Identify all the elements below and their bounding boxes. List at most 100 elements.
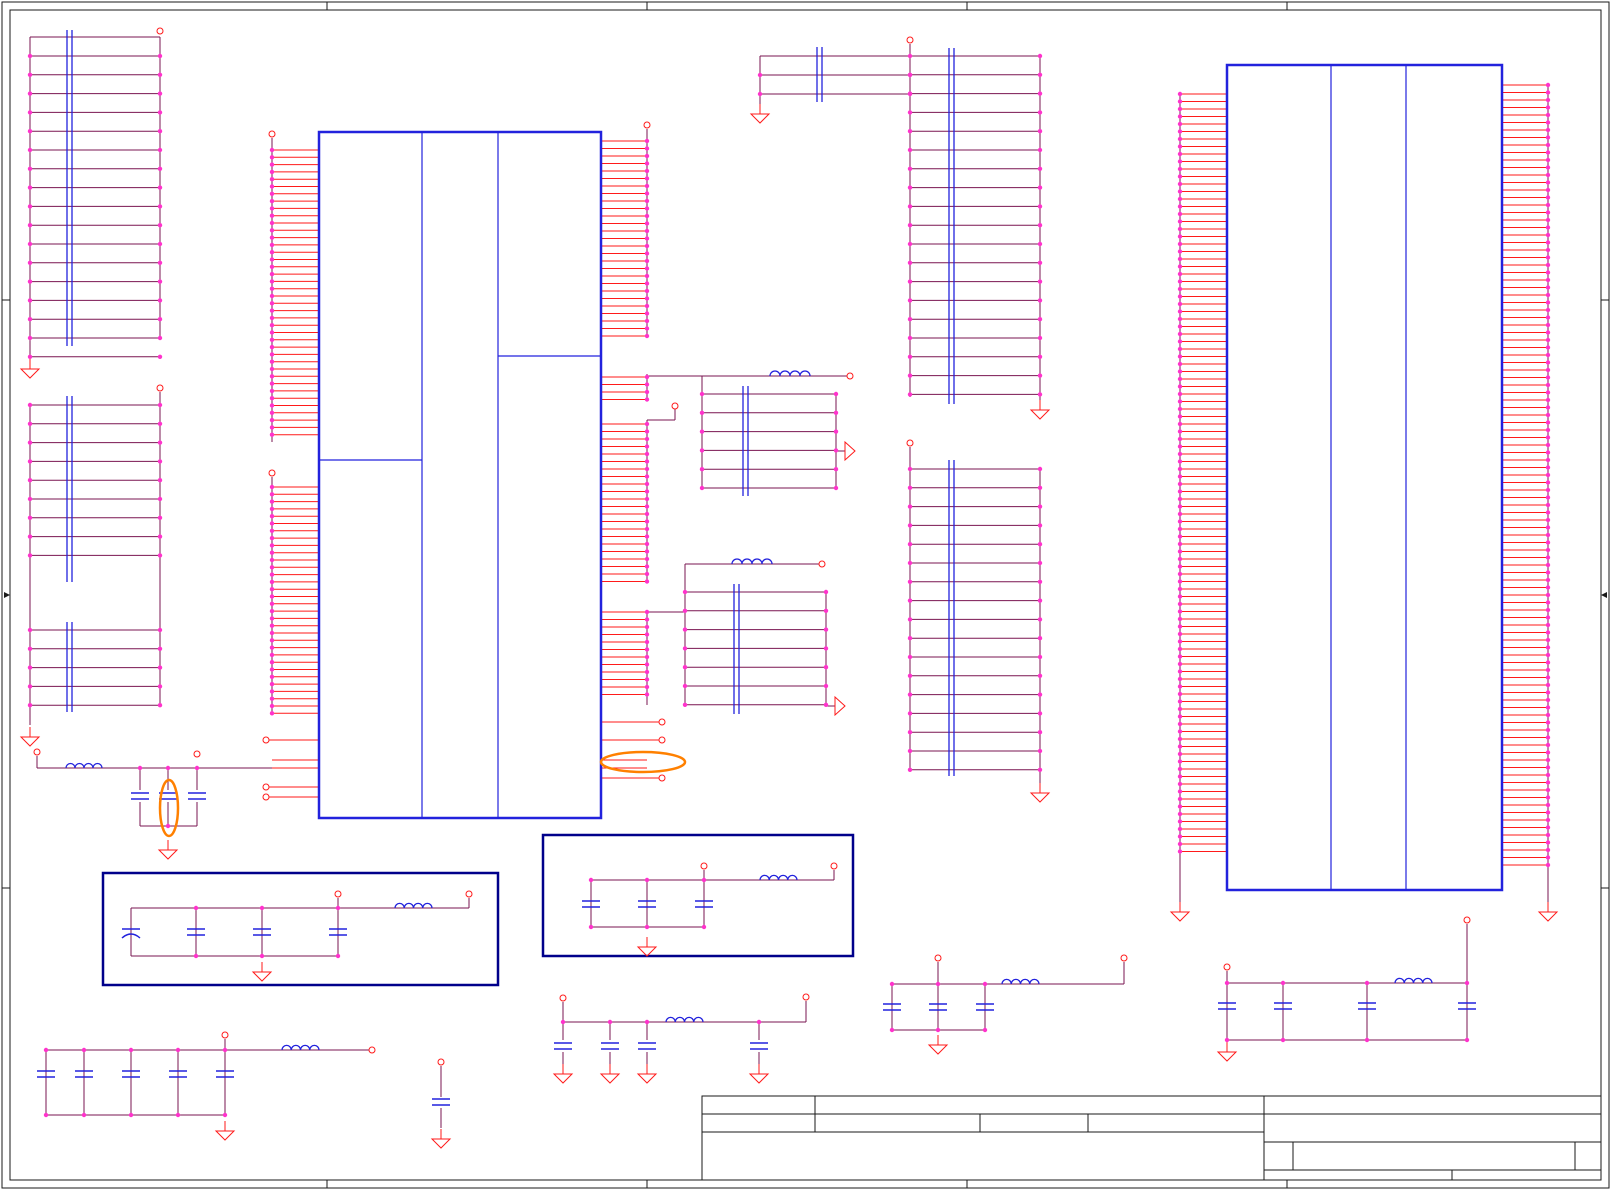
junction-dot — [1545, 150, 1551, 155]
junction-dot — [1464, 1037, 1470, 1043]
junction-dot — [1545, 622, 1551, 628]
junction-dot — [1037, 692, 1043, 697]
junction-dot — [1037, 654, 1043, 660]
junction-dot — [1177, 601, 1183, 607]
junction-dot — [1545, 855, 1551, 860]
junction-dot — [269, 608, 275, 614]
junction-dot — [644, 236, 650, 241]
junction-dot — [823, 702, 829, 707]
junction-dot — [1037, 185, 1043, 190]
junction-dot — [907, 617, 913, 622]
junction-dot — [823, 589, 829, 595]
junction-dot — [269, 587, 275, 592]
junction-dot — [644, 296, 650, 301]
junction-dot — [1177, 684, 1183, 689]
junction-dot — [833, 429, 839, 434]
junction-dot — [682, 627, 688, 632]
junction-dot — [269, 638, 275, 643]
wire-layer — [29, 36, 1549, 1128]
junction-dot — [588, 924, 594, 930]
junction-dot — [907, 598, 913, 603]
junction-dot — [1545, 435, 1551, 440]
junction-dot — [1037, 204, 1043, 209]
junction-dot — [1545, 720, 1551, 725]
junction-dot — [644, 318, 650, 324]
junction-dot — [1545, 315, 1551, 320]
junction-dot — [269, 652, 275, 658]
junction-dot — [1177, 406, 1183, 412]
net-port — [262, 783, 270, 791]
junction-dot — [682, 646, 688, 651]
junction-dot — [269, 528, 275, 533]
junction-dot — [1177, 346, 1183, 352]
junction-dot — [907, 523, 913, 528]
junction-dot — [1545, 465, 1551, 470]
junction-dot — [907, 204, 913, 209]
junction-dot — [157, 440, 163, 445]
junction-dot — [269, 425, 275, 430]
junction-dot — [1545, 757, 1551, 763]
junction-dot — [1177, 541, 1183, 547]
junction-dot — [644, 183, 650, 189]
junction-dot — [27, 53, 33, 59]
junction-dot — [1177, 189, 1183, 194]
net-port — [802, 993, 810, 1001]
junction-dot — [269, 220, 275, 226]
junction-dot — [682, 702, 688, 707]
junction-dot — [1177, 249, 1183, 254]
junction-dot — [907, 392, 913, 397]
junction-dot — [157, 260, 163, 265]
net-port — [334, 890, 342, 898]
junction-dot — [889, 1027, 895, 1033]
junction-dot — [269, 601, 275, 606]
junction-dot — [335, 905, 341, 911]
junction-dot — [1037, 542, 1043, 547]
junction-dot — [269, 337, 275, 342]
junction-dot — [1545, 690, 1551, 695]
junction-dot — [269, 330, 275, 335]
junction-dot — [1177, 489, 1183, 494]
inductor — [281, 1044, 320, 1051]
junction-dot — [907, 166, 913, 171]
junction-dot — [1177, 256, 1183, 262]
junction-dot — [907, 129, 913, 134]
junction-dot — [1177, 324, 1183, 329]
junction-dot — [1280, 1037, 1286, 1043]
junction-dot — [157, 646, 163, 651]
junction-dot — [1177, 279, 1183, 284]
junction-dot — [1545, 397, 1551, 403]
junction-dot — [1545, 217, 1551, 223]
junction-dot — [1545, 472, 1551, 478]
junction-dot — [222, 1112, 228, 1118]
junction-dot — [907, 110, 913, 115]
junction-dot — [269, 228, 275, 233]
schematic-canvas — [1, 1, 1610, 1189]
junction-dot — [1037, 523, 1043, 528]
junction-dot — [269, 147, 275, 153]
junction-dot — [1545, 255, 1551, 260]
junction-dot — [1177, 271, 1183, 277]
junction-dot — [1545, 240, 1551, 245]
junction-dot — [175, 1112, 181, 1118]
junction-dot — [1545, 765, 1551, 770]
junction-dot — [823, 665, 829, 670]
junction-dot — [157, 72, 163, 78]
junction-dot — [644, 654, 650, 660]
junction-dot — [1177, 616, 1183, 622]
junction-dot — [1177, 691, 1183, 697]
junction-dot — [193, 905, 199, 911]
junction-dot — [1177, 519, 1183, 524]
junction-dot — [644, 333, 650, 339]
junction-dot — [1037, 485, 1043, 490]
junction-dot — [644, 481, 650, 487]
zone-arrow — [4, 592, 10, 598]
net-port — [193, 750, 201, 758]
junction-dot — [644, 647, 650, 652]
ground-symbol — [1216, 1051, 1238, 1062]
junction-dot — [907, 767, 913, 772]
junction-dot — [644, 624, 650, 630]
junction-dot — [269, 257, 275, 262]
junction-dot — [644, 389, 650, 395]
junction-dot — [682, 589, 688, 595]
junction-dot — [1177, 196, 1183, 202]
